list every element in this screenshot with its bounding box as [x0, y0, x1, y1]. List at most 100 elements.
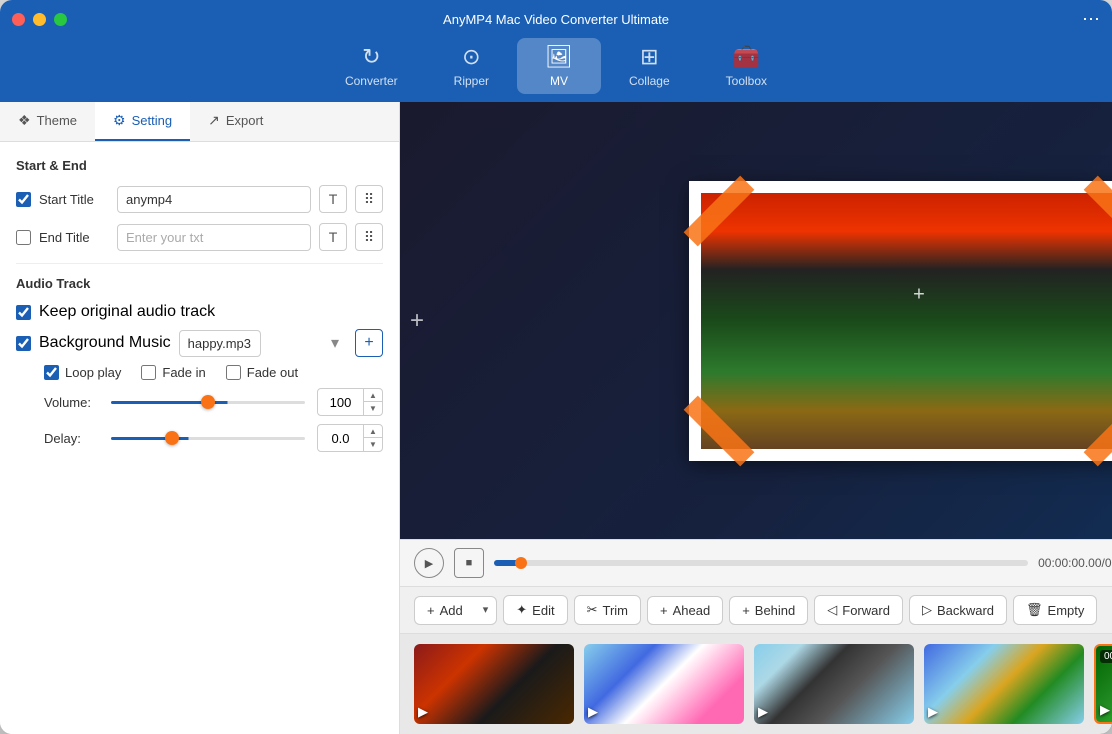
right-panel: + + ▶ ■ — [400, 102, 1112, 734]
fade-in-checkbox[interactable] — [141, 365, 156, 380]
navbar: ↻ Converter ⊙ Ripper 🖼 MV ⊞ Collage 🧰 To… — [0, 38, 1112, 102]
delay-down-arrow[interactable]: ▼ — [364, 438, 382, 451]
menu-icon[interactable]: ⋯ — [1082, 9, 1100, 30]
minimize-button[interactable] — [33, 13, 46, 26]
window-title: AnyMP4 Mac Video Converter Ultimate — [443, 12, 669, 27]
play-button[interactable]: ▶ — [414, 548, 444, 578]
volume-slider[interactable] — [111, 401, 305, 404]
close-button[interactable] — [12, 13, 25, 26]
edit-button[interactable]: ✦ Edit — [503, 595, 567, 625]
add-button[interactable]: + Add — [414, 596, 475, 625]
nav-ripper-label: Ripper — [454, 74, 489, 88]
film-thumb-2[interactable]: ▶ — [584, 644, 744, 724]
progress-bar[interactable] — [494, 560, 1028, 566]
background-music-checkbox[interactable] — [16, 336, 31, 351]
behind-label: Behind — [755, 603, 795, 618]
edit-label: Edit — [532, 603, 554, 618]
add-label: Add — [440, 603, 463, 618]
volume-up-arrow[interactable]: ▲ — [364, 389, 382, 402]
loop-play-label: Loop play — [65, 365, 121, 380]
add-music-btn[interactable]: + — [355, 329, 383, 357]
export-tab-icon: ↗ — [208, 112, 220, 129]
add-dropdown[interactable]: ▾ — [475, 596, 498, 625]
film-thumb-4[interactable]: ▶ — [924, 644, 1084, 724]
nav-converter-label: Converter — [345, 74, 398, 88]
thumb-inner-1: ▶ — [414, 644, 574, 724]
play-icon: ▶ — [425, 557, 433, 570]
loop-play-item: Loop play — [44, 365, 121, 380]
volume-value[interactable]: 100 — [318, 392, 363, 413]
thumb-play-2: ▶ — [588, 704, 598, 720]
delay-row: Delay: 0.0 ▲ ▼ — [16, 424, 383, 452]
behind-icon: + — [742, 603, 750, 618]
empty-button[interactable]: 🗑 Empty — [1013, 595, 1097, 625]
end-title-font-btn[interactable]: T — [319, 223, 347, 251]
start-title-row: Start Title T ⠿ — [16, 185, 383, 213]
ahead-icon: + — [660, 603, 668, 618]
fade-in-item: Fade in — [141, 365, 205, 380]
settings-content: Start & End Start Title T ⠿ End Title T … — [0, 142, 399, 734]
fade-in-label: Fade in — [162, 365, 205, 380]
start-title-label: Start Title — [39, 192, 109, 207]
film-thumb-3[interactable]: ▶ — [754, 644, 914, 724]
volume-down-arrow[interactable]: ▼ — [364, 402, 382, 415]
end-title-grid-btn[interactable]: ⠿ — [355, 223, 383, 251]
crosshair: + — [913, 283, 925, 306]
titlebar: AnyMP4 Mac Video Converter Ultimate ⋯ — [0, 0, 1112, 38]
trim-label: Trim — [602, 603, 628, 618]
add-clip-icon[interactable]: + — [410, 307, 424, 335]
volume-arrows: ▲ ▼ — [363, 389, 382, 415]
start-title-input[interactable] — [117, 186, 311, 213]
ahead-button[interactable]: + Ahead — [647, 596, 723, 625]
converter-icon: ↻ — [362, 44, 380, 70]
delay-up-arrow[interactable]: ▲ — [364, 425, 382, 438]
mv-icon: 🖼 — [545, 44, 573, 70]
start-title-checkbox[interactable] — [16, 192, 31, 207]
edit-icon: ✦ — [516, 602, 527, 618]
end-title-input[interactable] — [117, 224, 311, 251]
maximize-button[interactable] — [54, 13, 67, 26]
trim-icon: ✂ — [587, 602, 598, 618]
delay-value[interactable]: 0.0 — [318, 428, 363, 449]
controls-bar: ▶ ■ 00:00:00.00/00:00:25.00 🔊 16:9 ▾ ⊟ — [400, 539, 1112, 586]
video-frame: + — [689, 181, 1112, 461]
thumb-play-3: ▶ — [758, 704, 768, 720]
loop-play-checkbox[interactable] — [44, 365, 59, 380]
nav-toolbox[interactable]: 🧰 Toolbox — [698, 38, 795, 94]
backward-button[interactable]: ▷ Backward — [909, 595, 1007, 625]
thumb-inner-4: ▶ — [924, 644, 1084, 724]
behind-button[interactable]: + Behind — [729, 596, 808, 625]
nav-ripper[interactable]: ⊙ Ripper — [426, 38, 517, 94]
end-title-checkbox[interactable] — [16, 230, 31, 245]
fade-out-checkbox[interactable] — [226, 365, 241, 380]
start-title-font-btn[interactable]: T — [319, 185, 347, 213]
empty-icon: 🗑 — [1026, 602, 1043, 618]
stop-button[interactable]: ■ — [454, 548, 484, 578]
delay-slider[interactable] — [111, 437, 305, 440]
bottom-toolbar: + Add ▾ ✦ Edit ✂ Trim + Ahead — [400, 586, 1112, 633]
nav-collage[interactable]: ⊞ Collage — [601, 38, 698, 94]
delay-label: Delay: — [44, 431, 99, 446]
tab-theme[interactable]: ❖ Theme — [0, 102, 95, 141]
fade-out-label: Fade out — [247, 365, 298, 380]
tabs: ❖ Theme ⚙ Setting ↗ Export — [0, 102, 399, 142]
progress-handle[interactable] — [515, 557, 527, 569]
tab-setting[interactable]: ⚙ Setting — [95, 102, 190, 141]
start-end-title: Start & End — [16, 158, 383, 173]
preview-area: + + — [400, 102, 1112, 539]
tab-export[interactable]: ↗ Export — [190, 102, 281, 141]
forward-button[interactable]: ◁ Forward — [814, 595, 903, 625]
start-title-grid-btn[interactable]: ⠿ — [355, 185, 383, 213]
end-title-label: End Title — [39, 230, 109, 245]
trim-button[interactable]: ✂ Trim — [574, 595, 641, 625]
volume-value-wrapper: 100 ▲ ▼ — [317, 388, 383, 416]
volume-row: Volume: 100 ▲ ▼ — [16, 388, 383, 416]
keep-original-checkbox[interactable] — [16, 305, 31, 320]
film-thumb-5[interactable]: 00:00:05 ✕ ▶ ✦ ⏱ — [1094, 644, 1112, 724]
thumb-overlay-1: ▶ — [418, 704, 428, 720]
film-thumb-1[interactable]: ▶ — [414, 644, 574, 724]
nav-mv[interactable]: 🖼 MV — [517, 38, 601, 94]
music-dropdown-wrapper: happy.mp3 — [179, 330, 347, 357]
music-dropdown[interactable]: happy.mp3 — [179, 330, 261, 357]
nav-converter[interactable]: ↻ Converter — [317, 38, 426, 94]
